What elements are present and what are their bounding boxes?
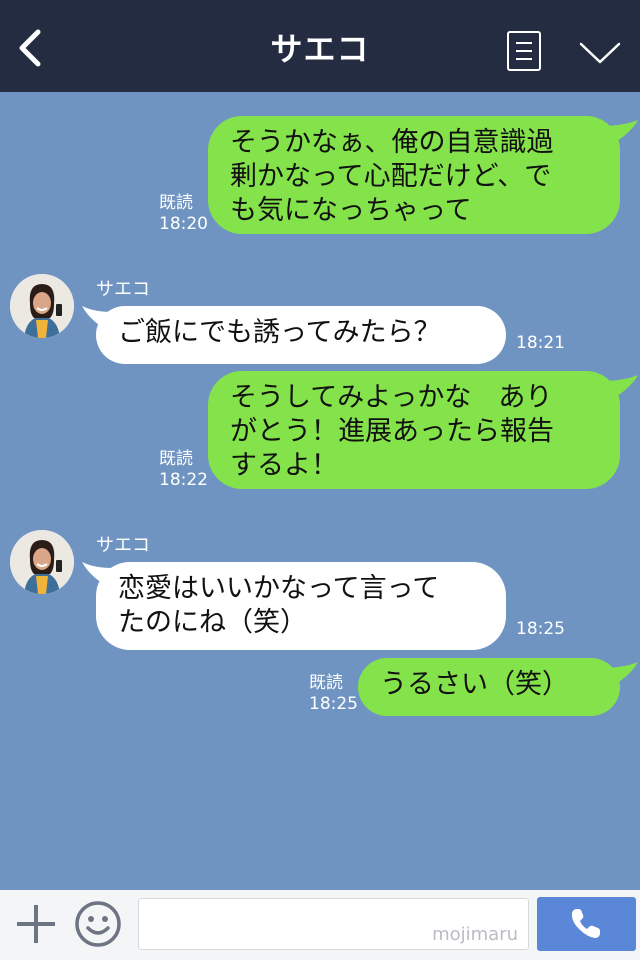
call-button[interactable] <box>537 897 636 951</box>
read-receipt: 既読 <box>159 193 193 213</box>
message-line: がとう！進展あったら報告 <box>230 416 554 447</box>
phone-icon <box>571 909 600 938</box>
message-line: そうしてみよっかな あり <box>230 382 553 413</box>
sender-name: サエコ <box>96 535 150 556</box>
message-line: 剰かなって心配だけど、で <box>230 161 552 192</box>
avatar[interactable] <box>10 274 74 338</box>
chat-title: サエコ <box>270 30 370 68</box>
read-receipt: 既読 <box>309 673 343 693</box>
message-line: も気になっちゃって <box>230 195 472 226</box>
smile-icon[interactable] <box>74 900 122 948</box>
message-line: たのにね（笑） <box>118 607 307 638</box>
message-line: するよ！ <box>230 450 338 481</box>
message-time: 18:21 <box>516 333 565 353</box>
message-line: ご飯にでも誘ってみたら？ <box>118 317 441 348</box>
message-bubble[interactable]: そうしてみよっかな あり がとう！進展あったら報告 するよ！ <box>208 371 620 489</box>
read-receipt: 既読 <box>159 449 193 469</box>
chevron-down-icon[interactable] <box>578 40 622 66</box>
message-time: 18:25 <box>516 619 565 639</box>
message-line: そうかなぁ、俺の自意識過 <box>230 127 554 158</box>
message-input[interactable]: mojimaru <box>138 898 529 950</box>
message-bubble[interactable]: うるさい（笑） <box>358 658 620 716</box>
bubble-tail <box>602 662 638 686</box>
message-list[interactable]: 既読 18:20 そうかなぁ、俺の自意識過 剰かなって心配だけど、で も気になっ… <box>0 92 640 890</box>
message-time: 18:25 <box>309 694 358 714</box>
bubble-tail <box>602 120 638 144</box>
chat-header: サエコ <box>0 0 640 92</box>
message-bubble[interactable]: 恋愛はいいかなって言って たのにね（笑） <box>96 562 506 650</box>
message-line: うるさい（笑） <box>380 669 569 700</box>
message-bubble[interactable]: ご飯にでも誘ってみたら？ <box>96 306 506 364</box>
bubble-tail <box>602 375 638 399</box>
message-line: 恋愛はいいかなって言って <box>118 573 440 604</box>
menu-list-icon[interactable] <box>507 31 541 71</box>
sender-name: サエコ <box>96 279 150 300</box>
message-bubble[interactable]: そうかなぁ、俺の自意識過 剰かなって心配だけど、で も気になっちゃって <box>208 116 620 234</box>
avatar[interactable] <box>10 530 74 594</box>
watermark: mojimaru <box>432 924 518 945</box>
plus-icon[interactable] <box>14 902 58 946</box>
message-time: 18:20 <box>159 214 208 234</box>
message-time: 18:22 <box>159 470 208 490</box>
